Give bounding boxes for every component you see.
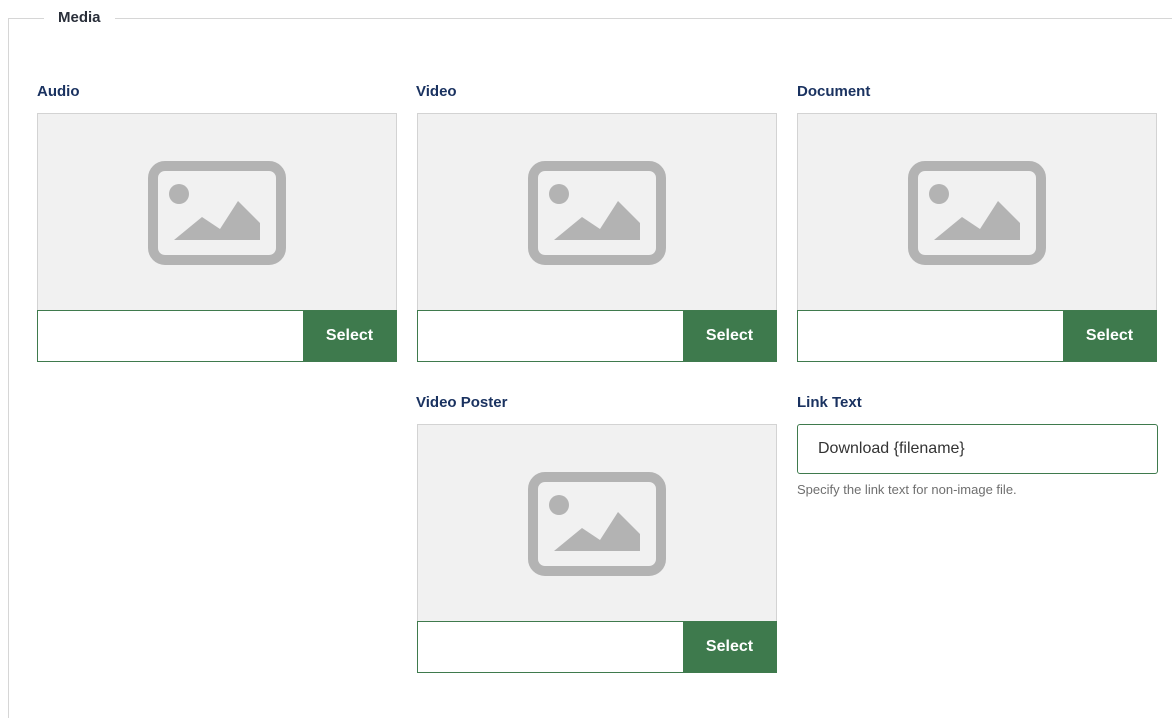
audio-preview <box>37 113 397 311</box>
video-media-field: Select <box>417 113 777 363</box>
document-preview <box>797 113 1157 311</box>
video-poster-preview <box>417 424 777 622</box>
document-select-button[interactable]: Select <box>1063 311 1156 361</box>
image-placeholder-icon <box>528 472 666 576</box>
audio-path-input[interactable] <box>38 311 303 361</box>
video-poster-media-field: Select <box>417 424 777 674</box>
audio-select-button[interactable]: Select <box>303 311 396 361</box>
link-text-label: Link Text <box>797 394 862 411</box>
image-placeholder-icon <box>908 161 1046 265</box>
video-label: Video <box>416 83 457 100</box>
document-path-input[interactable] <box>798 311 1063 361</box>
document-input-row: Select <box>797 310 1157 362</box>
document-media-field: Select <box>797 113 1157 363</box>
video-poster-input-row: Select <box>417 621 777 673</box>
video-poster-select-button[interactable]: Select <box>683 622 776 672</box>
image-placeholder-icon <box>148 161 286 265</box>
fieldset-legend: Media <box>44 7 115 29</box>
image-placeholder-icon <box>528 161 666 265</box>
video-select-button[interactable]: Select <box>683 311 776 361</box>
video-poster-label: Video Poster <box>416 394 508 411</box>
video-input-row: Select <box>417 310 777 362</box>
link-text-help: Specify the link text for non-image file… <box>797 482 1017 497</box>
video-poster-path-input[interactable] <box>418 622 683 672</box>
link-text-input[interactable] <box>797 424 1158 474</box>
audio-label: Audio <box>37 83 80 100</box>
audio-input-row: Select <box>37 310 397 362</box>
document-label: Document <box>797 83 871 100</box>
video-path-input[interactable] <box>418 311 683 361</box>
audio-media-field: Select <box>37 113 397 363</box>
video-preview <box>417 113 777 311</box>
